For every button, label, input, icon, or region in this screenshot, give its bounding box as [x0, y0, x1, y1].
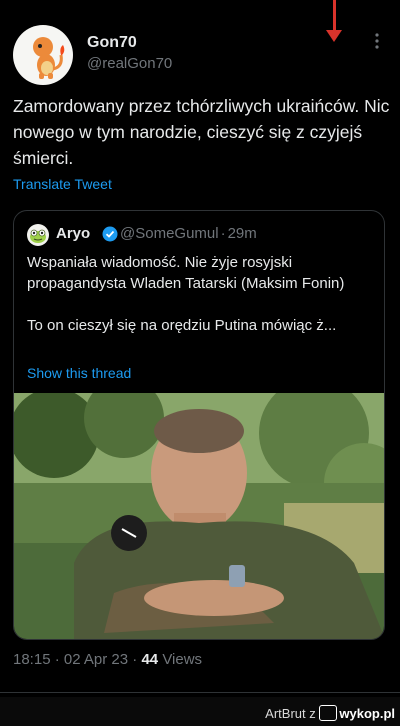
- separator-dot: ·: [54, 651, 60, 668]
- avatar[interactable]: [13, 25, 73, 85]
- separator-dot: ·: [132, 651, 138, 668]
- author-handle[interactable]: @realGon70: [87, 55, 172, 72]
- author-display-name[interactable]: Gon70: [87, 34, 137, 52]
- views-count: 44: [141, 651, 159, 668]
- watermark: ArtBrut z wykop.pl: [265, 705, 395, 721]
- views-label: Views: [162, 651, 203, 668]
- tweet-time[interactable]: 18:15: [13, 651, 51, 668]
- wykop-logo-icon: [319, 705, 338, 721]
- quote-age: 29m: [227, 225, 257, 242]
- tweet-meta: 18:15 · 02 Apr 23 · 44 Views: [13, 651, 202, 668]
- separator-dot: ·: [220, 225, 226, 242]
- translate-tweet-link[interactable]: Translate Tweet: [13, 176, 112, 192]
- quote-author-name[interactable]: Aryo: [56, 225, 90, 242]
- quote-text: Wspaniała wiadomość. Nie żyje rosyjski p…: [27, 254, 345, 334]
- quote-photo[interactable]: [14, 393, 384, 639]
- tweet-text: Zamordowany przez tchórzliwych ukraińców…: [13, 96, 390, 168]
- watermark-site: wykop.pl: [339, 706, 395, 721]
- annotation-red-line: [333, 0, 336, 34]
- quote-avatar[interactable]: [27, 224, 49, 246]
- quote-author-handle[interactable]: @SomeGumul: [120, 225, 219, 242]
- quoted-tweet-card[interactable]: Aryo @SomeGumul · 29m Wspaniała wiadomość.…: [13, 210, 385, 640]
- more-options-icon[interactable]: [372, 33, 382, 49]
- watermark-user: ArtBrut: [265, 706, 306, 721]
- show-thread-link[interactable]: Show this thread: [27, 365, 131, 381]
- quote-meta: @SomeGumul · 29m: [120, 225, 257, 242]
- watermark-connector: z: [309, 706, 316, 721]
- tweet-date[interactable]: 02 Apr 23: [64, 651, 128, 668]
- verified-badge-icon: [102, 226, 118, 247]
- divider: [0, 692, 400, 693]
- annotation-arrow: [326, 30, 342, 42]
